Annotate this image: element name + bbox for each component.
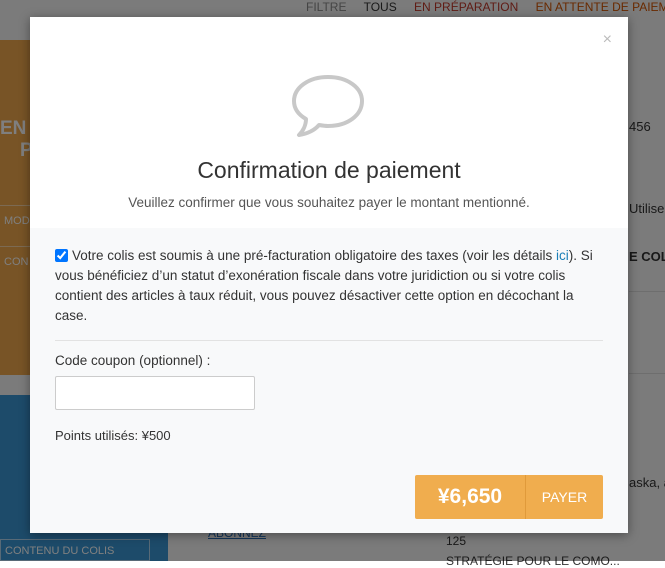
tax-prebilling-checkbox[interactable] <box>55 249 68 262</box>
coupon-label: Code coupon (optionnel) : <box>55 353 211 368</box>
pay-button[interactable]: ¥6,650 PAYER <box>415 475 603 519</box>
points-value: ¥500 <box>141 428 171 443</box>
close-icon[interactable]: × <box>603 31 612 49</box>
tax-text-1: Votre colis est soumis à une pré-factura… <box>72 248 556 263</box>
divider <box>55 340 603 341</box>
points-used: Points utilisés: ¥500 <box>55 428 171 443</box>
speech-bubble-icon <box>292 75 364 137</box>
modal-subtitle: Veuillez confirmer que vous souhaitez pa… <box>128 195 530 210</box>
pay-amount[interactable]: ¥6,650 <box>415 475 526 519</box>
tax-prebilling-option: Votre colis est soumis à une pré-factura… <box>55 246 600 326</box>
points-label: Points utilisés: <box>55 428 139 443</box>
modal-title: Confirmation de paiement <box>197 157 461 183</box>
pay-label[interactable]: PAYER <box>526 475 603 519</box>
modal-body: Votre colis est soumis à une pré-factura… <box>30 228 628 533</box>
payment-confirmation-modal: × Confirmation de paiement Veuillez conf… <box>30 17 628 533</box>
tax-details-link[interactable]: ici <box>556 248 569 263</box>
coupon-input[interactable] <box>55 376 255 410</box>
